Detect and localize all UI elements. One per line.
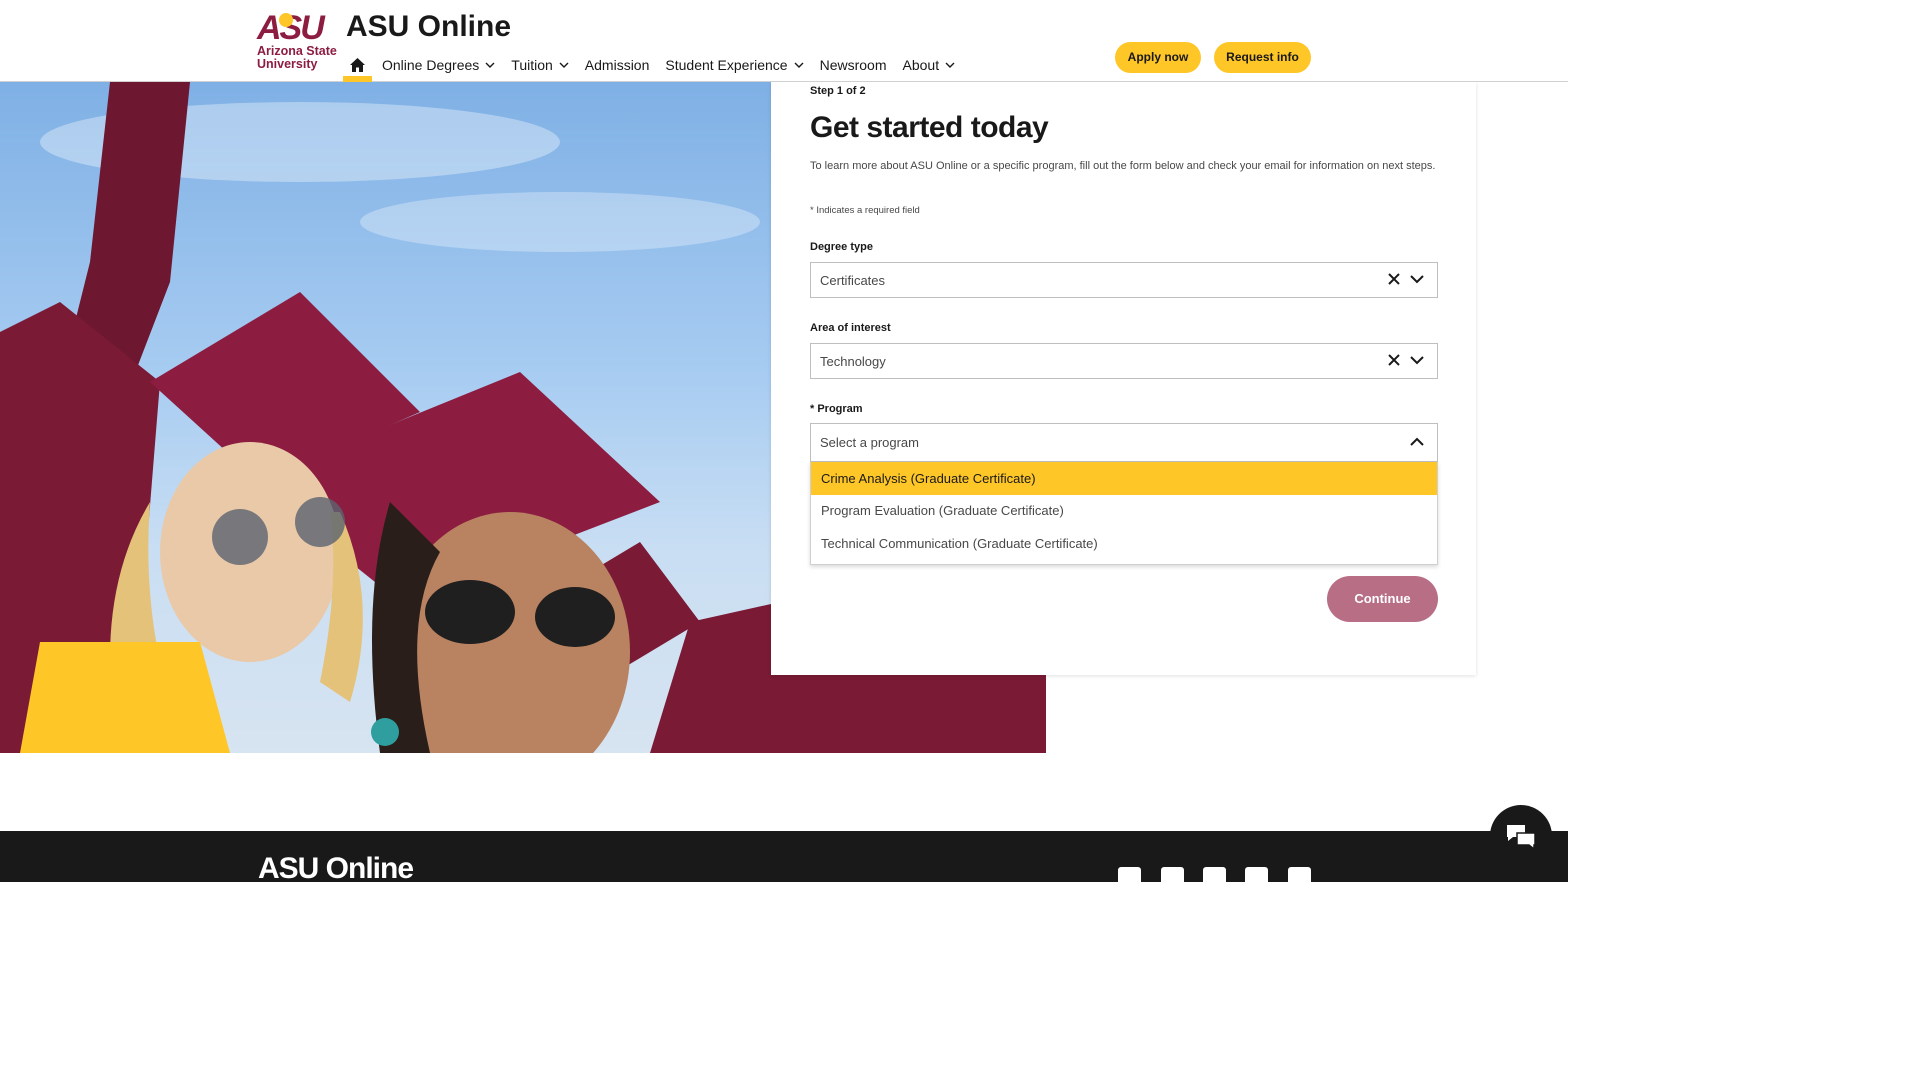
nav-online-degrees[interactable]: Online Degrees	[382, 48, 495, 82]
form-title: Get started today	[810, 111, 1049, 144]
nav-admission[interactable]: Admission	[585, 48, 650, 82]
degree-type-label: Degree type	[810, 241, 873, 253]
linkedin-icon[interactable]	[1203, 867, 1226, 890]
main-nav: Online Degrees Tuition Admission Student…	[343, 48, 971, 82]
program-options-list: Crime Analysis (Graduate Certificate) Pr…	[810, 462, 1438, 565]
chat-button[interactable]	[1490, 805, 1552, 867]
step-indicator: Step 1 of 2	[810, 85, 866, 97]
required-field-note: * Indicates a required field	[810, 205, 920, 216]
logo-sunburst-icon	[279, 13, 293, 27]
chevron-down-icon	[559, 62, 569, 68]
home-icon	[350, 58, 365, 72]
program-option[interactable]: Program Evaluation (Graduate Certificate…	[811, 495, 1437, 528]
nav-student-experience[interactable]: Student Experience	[665, 48, 804, 82]
form-intro: To learn more about ASU Online or a spec…	[810, 160, 1436, 172]
nav-home[interactable]	[343, 48, 372, 82]
clear-icon[interactable]	[1387, 272, 1401, 286]
chevron-down-icon[interactable]	[1409, 353, 1425, 367]
nav-online-degrees-label: Online Degrees	[382, 57, 480, 73]
chat-icon	[1507, 825, 1536, 849]
program-option[interactable]: Technical Communication (Graduate Certif…	[811, 527, 1437, 560]
site-header: ASU Arizona State University ASU Online …	[0, 0, 1568, 82]
chevron-up-icon[interactable]	[1409, 435, 1425, 449]
nav-about[interactable]: About	[903, 48, 956, 82]
youtube-icon[interactable]	[1288, 867, 1311, 890]
degree-type-select[interactable]: Certificates	[810, 262, 1438, 298]
clear-icon[interactable]	[1387, 353, 1401, 367]
logo-university-name: Arizona State University	[257, 44, 337, 71]
request-info-button[interactable]: Request info	[1214, 42, 1311, 73]
site-title[interactable]: ASU Online	[346, 10, 511, 44]
program-select[interactable]: Select a program	[810, 423, 1438, 462]
nav-newsroom[interactable]: Newsroom	[820, 48, 887, 82]
program-option[interactable]: Crime Analysis (Graduate Certificate)	[811, 462, 1437, 495]
nav-admission-label: Admission	[584, 57, 650, 73]
chevron-down-icon[interactable]	[1409, 272, 1425, 286]
continue-button[interactable]: Continue	[1327, 576, 1438, 622]
nav-student-experience-label: Student Experience	[665, 57, 788, 73]
apply-now-button[interactable]: Apply now	[1115, 42, 1201, 73]
instagram-icon[interactable]	[1245, 867, 1268, 890]
program-label: * Program	[810, 403, 863, 415]
nav-newsroom-label: Newsroom	[819, 57, 887, 73]
site-footer: ASU Online	[0, 831, 1568, 890]
twitter-icon[interactable]	[1161, 867, 1184, 890]
area-of-interest-value: Technology	[820, 353, 886, 369]
nav-tuition-label: Tuition	[511, 57, 553, 73]
area-of-interest-select[interactable]: Technology	[810, 343, 1438, 379]
asu-logo[interactable]: ASU Arizona State University	[257, 11, 337, 73]
nav-tuition[interactable]: Tuition	[511, 48, 569, 82]
chevron-down-icon	[485, 62, 495, 68]
degree-type-value: Certificates	[820, 272, 886, 288]
chevron-down-icon	[945, 62, 955, 68]
chevron-down-icon	[794, 62, 804, 68]
request-info-form-card: Step 1 of 2 Get started today To learn m…	[771, 82, 1476, 675]
facebook-icon[interactable]	[1118, 867, 1141, 890]
footer-logo[interactable]: ASU Online	[258, 853, 414, 885]
area-of-interest-label: Area of interest	[810, 322, 891, 334]
program-placeholder: Select a program	[820, 435, 919, 450]
nav-about-label: About	[902, 57, 940, 73]
